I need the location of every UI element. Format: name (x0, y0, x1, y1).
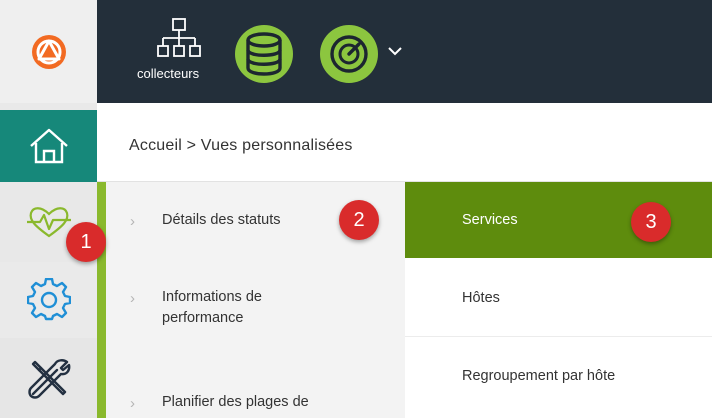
collectors-button[interactable]: collecteurs (137, 14, 245, 90)
breadcrumb-text[interactable]: Accueil > Vues personnalisées (129, 137, 353, 155)
logo-icon (31, 34, 66, 69)
chevron-right-icon: › (130, 395, 135, 412)
chevron-right-icon: › (130, 213, 135, 230)
gauge-icon (320, 25, 378, 83)
chevron-down-icon (388, 47, 402, 56)
annotation-badge-2: 2 (339, 200, 379, 240)
subsubmenu-item-by-host[interactable]: Regroupement par hôte (462, 368, 615, 384)
logo[interactable] (0, 0, 97, 103)
heartbeat-icon (26, 207, 71, 238)
chevron-right-icon: › (130, 290, 135, 307)
annotation-badge-1: 1 (66, 222, 106, 262)
submenu-item-label: Informations de performance (162, 289, 262, 326)
submenu-item-label: Planifier des plages de (162, 394, 309, 410)
network-tree-icon (157, 18, 201, 57)
divider (405, 336, 712, 337)
left-rail (0, 0, 97, 418)
rail-divider (0, 103, 97, 110)
poller-status-button[interactable] (319, 24, 379, 89)
header-gap (97, 103, 712, 110)
rail-item-configuration[interactable] (0, 262, 97, 338)
gear-icon (26, 278, 71, 321)
rail-item-home[interactable] (0, 110, 97, 182)
top-bar: collecteurs (97, 0, 712, 103)
database-icon (235, 25, 293, 83)
breadcrumb: Accueil > Vues personnalisées (97, 110, 712, 182)
collectors-label: collecteurs (137, 66, 200, 81)
submenu-accent-bar (97, 182, 106, 418)
home-icon (29, 128, 68, 164)
rail-item-administration[interactable] (0, 338, 97, 418)
database-status-button[interactable] (234, 24, 294, 89)
tools-icon (27, 359, 70, 399)
annotation-badge-3: 3 (631, 202, 671, 242)
subsubmenu-item-hosts[interactable]: Hôtes (462, 290, 500, 306)
header-dropdown-toggle[interactable] (387, 44, 403, 62)
subsubmenu-item-services[interactable]: Services (462, 212, 518, 228)
